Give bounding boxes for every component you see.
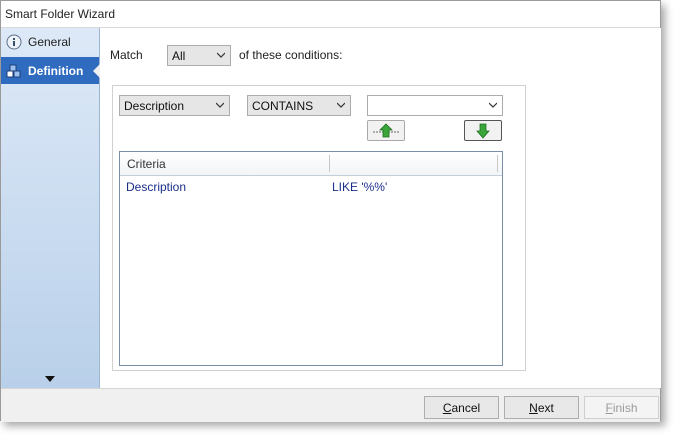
finish-label: Finish	[605, 400, 638, 415]
chevron-down-icon	[216, 102, 224, 108]
chevron-down-icon	[217, 52, 225, 58]
sidebar-item-definition[interactable]: Definition	[1, 57, 100, 84]
conditions-label: of these conditions:	[239, 48, 343, 62]
sidebar-item-label: Definition	[28, 63, 84, 78]
table-row[interactable]: Description LIKE '%%'	[120, 176, 502, 196]
arrow-up-icon	[373, 122, 399, 137]
next-button[interactable]: Next	[504, 396, 579, 419]
active-indicator	[93, 64, 100, 78]
next-label: Next	[529, 400, 554, 415]
column-divider[interactable]	[329, 155, 330, 172]
finish-button[interactable]: Finish	[584, 396, 659, 419]
field-select[interactable]: Description	[119, 95, 230, 116]
chevron-down-icon	[337, 102, 345, 108]
operator-value: CONTAINS	[252, 98, 314, 113]
title-bar: Smart Folder Wizard	[1, 1, 660, 28]
criteria-grid: Criteria Description LIKE '%%'	[119, 151, 503, 366]
column-header-criteria[interactable]: Criteria	[127, 157, 166, 171]
match-mode-value: All	[172, 48, 186, 63]
cancel-button[interactable]: Cancel	[424, 396, 499, 419]
criteria-field-cell: Description	[126, 180, 187, 194]
grid-header: Criteria	[120, 152, 502, 176]
info-icon	[6, 34, 22, 50]
operator-select[interactable]: CONTAINS	[247, 95, 351, 116]
column-divider[interactable]	[497, 155, 498, 172]
arrow-down-icon	[476, 123, 490, 139]
sidebar-item-label: General	[28, 34, 71, 49]
match-label: Match	[110, 48, 143, 62]
add-criteria-button[interactable]	[367, 120, 405, 141]
remove-criteria-button[interactable]	[464, 120, 502, 141]
window-title: Smart Folder Wizard	[5, 7, 116, 21]
scroll-down-icon[interactable]	[45, 376, 55, 382]
criteria-expression-cell: LIKE '%%'	[332, 180, 388, 194]
button-bar: Cancel Next Finish	[1, 388, 660, 422]
value-combobox[interactable]	[367, 95, 503, 116]
sidebar-item-general[interactable]: General	[1, 28, 99, 55]
chevron-down-icon	[489, 102, 497, 108]
match-mode-select[interactable]: All	[167, 45, 231, 66]
sidebar: General Definition	[1, 28, 100, 388]
blocks-icon	[6, 63, 22, 79]
cancel-label: Cancel	[442, 400, 481, 415]
wizard-window: Smart Folder Wizard General Definition M…	[0, 0, 661, 422]
field-value: Description	[124, 98, 185, 113]
